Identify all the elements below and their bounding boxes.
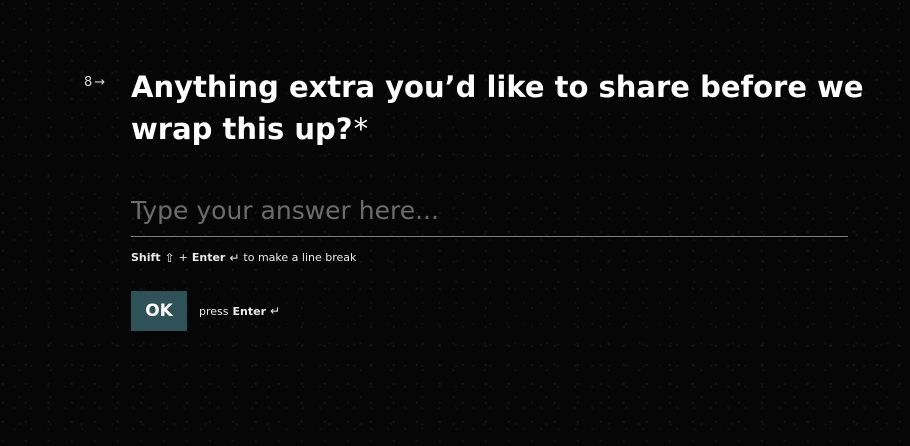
arrow-right-icon: → — [94, 75, 106, 90]
answer-input[interactable] — [131, 190, 848, 232]
enter-icon: ↵ — [270, 304, 281, 318]
press-enter-label: Enter — [232, 304, 267, 318]
shift-icon: ⇧ — [164, 250, 175, 265]
press-enter-hint: press Enter ↵ — [199, 305, 280, 318]
required-marker: * — [353, 112, 369, 146]
enter-label: Enter — [191, 251, 226, 264]
answer-field-container — [131, 190, 848, 237]
question-title: Anything extra you’d like to share befor… — [131, 66, 871, 150]
line-break-text: to make a line break — [243, 251, 357, 264]
submit-row: OK press Enter ↵ — [131, 291, 280, 331]
ok-button[interactable]: OK — [131, 291, 187, 331]
shift-label: Shift — [131, 251, 161, 264]
enter-icon: ↵ — [229, 250, 240, 265]
plus-label: + — [178, 251, 188, 264]
question-title-text: Anything extra you’d like to share befor… — [131, 70, 864, 146]
press-label: press — [199, 304, 229, 318]
question-number: 8 → — [84, 75, 105, 90]
line-break-hint: Shift ⇧ + Enter ↵ to make a line break — [131, 251, 356, 264]
question-number-text: 8 — [84, 75, 93, 90]
